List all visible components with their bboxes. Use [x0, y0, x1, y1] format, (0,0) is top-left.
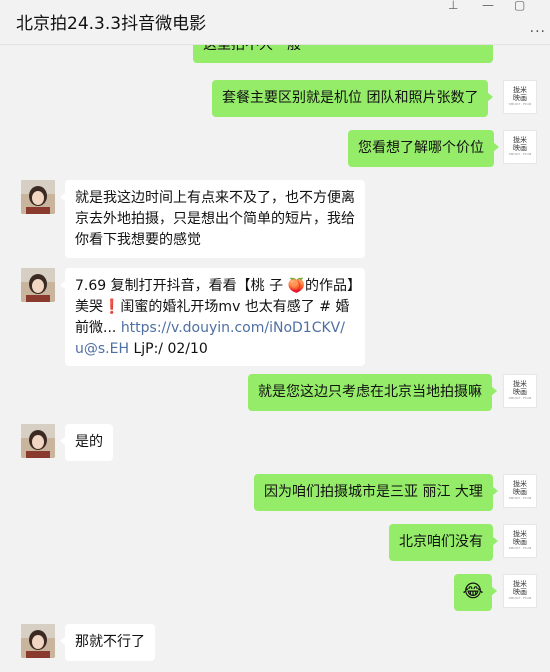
maximize-icon[interactable]: ▢: [514, 0, 525, 11]
self-avatar[interactable]: 拢米 映画 SHOOT · FILM: [503, 130, 537, 164]
more-options-icon[interactable]: ...: [530, 20, 546, 36]
contact-avatar[interactable]: [21, 624, 55, 658]
message-bubble[interactable]: 这里拍不大一般: [193, 44, 493, 63]
message-text: LjP:/ 02/10: [129, 341, 208, 357]
studio-logo: 拢米 映画 SHOOT · FILM: [508, 86, 532, 106]
self-avatar[interactable]: 拢米 映画 SHOOT · FILM: [503, 474, 537, 508]
studio-logo: 拢米 映画 SHOOT · FILM: [508, 136, 532, 156]
contact-avatar-image: [21, 268, 55, 302]
studio-logo: 拢米 映画 SHOOT · FILM: [508, 580, 532, 600]
emoji-message-bubble[interactable]: 😂: [454, 574, 497, 611]
message-bubble[interactable]: 北京咱们没有: [389, 524, 498, 561]
contact-avatar-image: [21, 424, 55, 458]
message-bubble[interactable]: 7.69 复制打开抖音，看看【桃 子 🍑的作品】美哭❗闺蜜的婚礼开场mv 也太有…: [60, 268, 365, 366]
contact-avatar[interactable]: [21, 268, 55, 302]
studio-logo: 拢米 映画 SHOOT · FILM: [508, 380, 532, 400]
chat-message-list[interactable]: 这里拍不大一般 套餐主要区别就是机位 团队和照片张数了 拢米 映画 SHOOT · …: [0, 44, 550, 672]
contact-avatar-image: [21, 624, 55, 658]
message-bubble[interactable]: 因为咱们拍摄城市是三亚 丽江 大理: [254, 474, 498, 511]
contact-avatar[interactable]: [21, 424, 55, 458]
chat-title: 北京拍24.3.3抖音微电影: [16, 14, 207, 34]
message-bubble[interactable]: 那就不行了: [60, 624, 155, 661]
contact-avatar[interactable]: [21, 180, 55, 214]
message-bubble[interactable]: 您看想了解哪个价位: [348, 130, 499, 167]
minimize-icon[interactable]: —: [482, 0, 494, 11]
self-avatar[interactable]: 拢米 映画 SHOOT · FILM: [503, 524, 537, 558]
message-bubble[interactable]: 就是您这边只考虑在北京当地拍摄嘛: [248, 374, 497, 411]
contact-avatar-image: [21, 180, 55, 214]
message-bubble[interactable]: 是的: [60, 424, 113, 461]
studio-logo: 拢米 映画 SHOOT · FILM: [508, 480, 532, 500]
pin-icon[interactable]: ⊥: [448, 0, 458, 11]
studio-logo: 拢米 映画 SHOOT · FILM: [508, 530, 532, 550]
laugh-emoji-icon: 😂: [462, 581, 484, 602]
message-bubble[interactable]: 就是我这边时间上有点来不及了，也不方便离京去外地拍摄，只是想出个简单的短片，我给…: [60, 180, 365, 258]
self-avatar[interactable]: 拢米 映画 SHOOT · FILM: [503, 80, 537, 114]
message-bubble[interactable]: 套餐主要区别就是机位 团队和照片张数了: [212, 80, 494, 117]
title-bar: 北京拍24.3.3抖音微电影 ⊥ — ▢ ...: [0, 0, 550, 45]
self-avatar[interactable]: 拢米 映画 SHOOT · FILM: [503, 374, 537, 408]
self-avatar[interactable]: 拢米 映画 SHOOT · FILM: [503, 574, 537, 608]
